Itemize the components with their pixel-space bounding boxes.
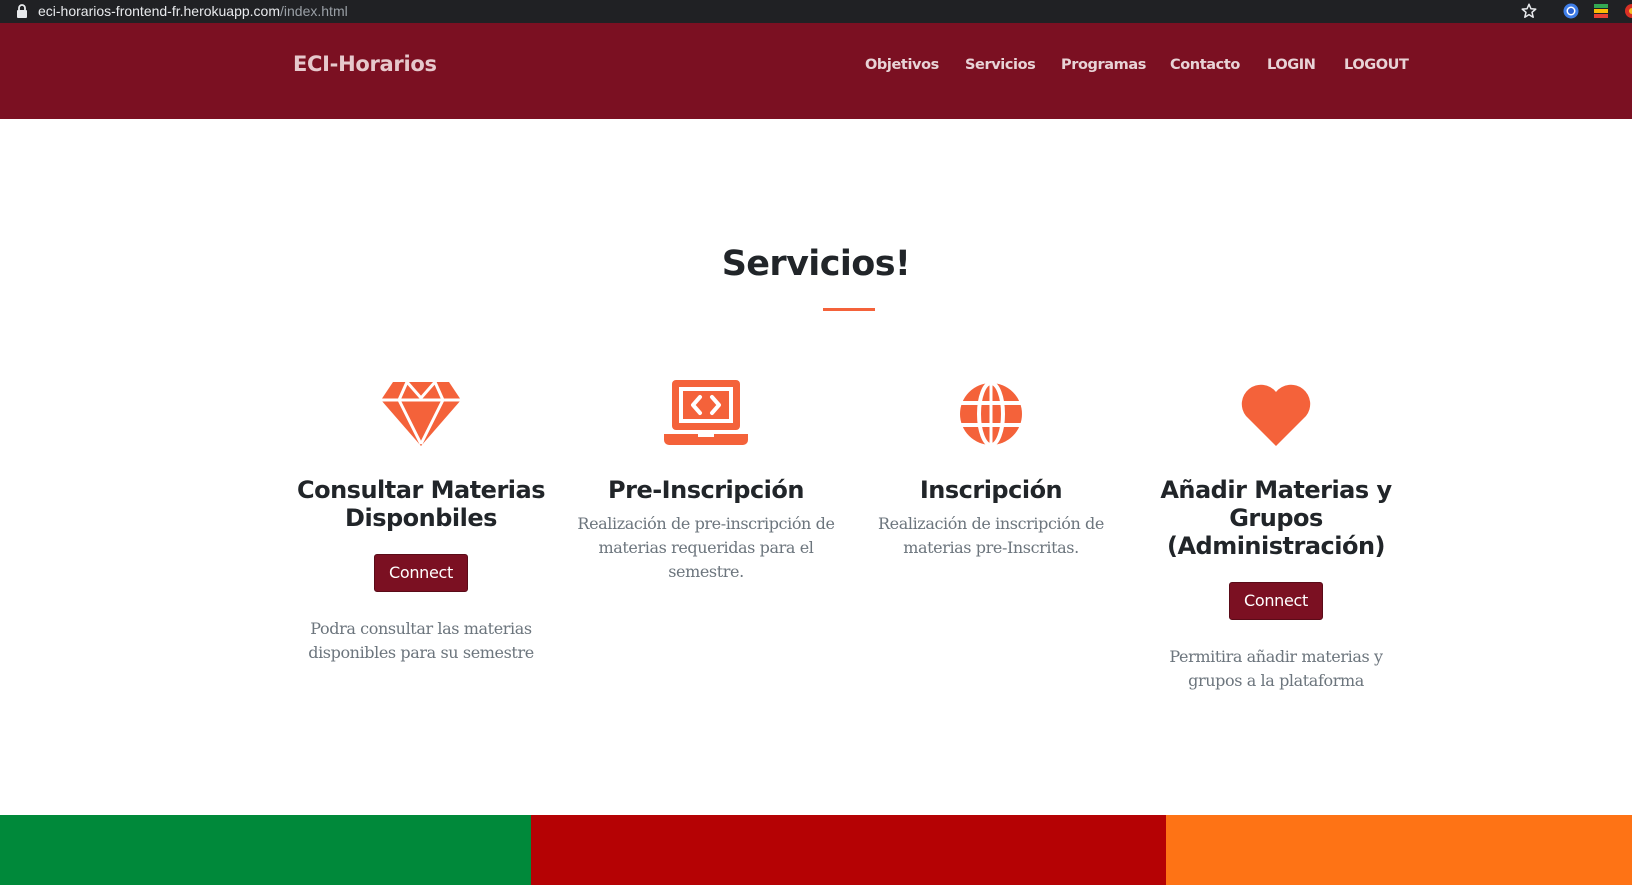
extension-icon[interactable] xyxy=(1563,3,1579,19)
service-card-anadir: Añadir Materias y Grupos (Administración… xyxy=(1144,378,1408,693)
nav-link-servicios[interactable]: Servicios xyxy=(965,55,1036,75)
url-path: /index.html xyxy=(280,3,348,19)
brand-logo-link[interactable]: ECI-Horarios xyxy=(293,50,437,78)
lock-icon xyxy=(17,4,27,18)
url-bar[interactable]: eci-horarios-frontend-fr.herokuapp.com/i… xyxy=(38,3,348,19)
title-divider xyxy=(823,308,875,311)
connect-button[interactable]: Connect xyxy=(1228,582,1324,620)
globe-icon xyxy=(960,381,1022,447)
service-title: Pre-Inscripción xyxy=(608,476,804,504)
nav-link-contacto[interactable]: Contacto xyxy=(1170,55,1240,75)
extension-icon[interactable] xyxy=(1594,3,1608,19)
footer-band-red xyxy=(531,815,1166,885)
service-card-pre-inscripcion: Pre-Inscripción Realización de pre-inscr… xyxy=(574,378,838,584)
heart-icon xyxy=(1241,384,1311,446)
nav-link-programas[interactable]: Programas xyxy=(1061,55,1146,75)
service-title: Añadir Materias y Grupos (Administración… xyxy=(1160,476,1392,560)
service-description: Podra consultar las materias disponibles… xyxy=(308,619,534,662)
nav-link-logout[interactable]: LOGOUT xyxy=(1344,55,1409,75)
service-title: Consultar Materias Disponbiles xyxy=(296,476,546,532)
browser-address-bar: eci-horarios-frontend-fr.herokuapp.com/i… xyxy=(0,0,1632,23)
nav-link-objetivos[interactable]: Objetivos xyxy=(865,55,939,75)
section-title: Servicios! xyxy=(721,244,911,284)
service-card-consultar: Consultar Materias Disponbiles Connect P… xyxy=(289,378,553,665)
top-navbar: ECI-Horarios Objetivos Servicios Program… xyxy=(0,23,1632,119)
footer-band-green xyxy=(0,815,531,885)
url-host: eci-horarios-frontend-fr.herokuapp.com xyxy=(38,3,281,19)
footer-band-orange xyxy=(1166,815,1632,885)
service-description: Realización de pre-inscripción de materi… xyxy=(577,514,835,581)
connect-button[interactable]: Connect xyxy=(373,554,469,592)
extension-icon[interactable] xyxy=(1624,3,1632,19)
service-description: Permitira añadir materias y grupos a la … xyxy=(1169,647,1383,690)
service-title: Inscripción xyxy=(919,476,1063,504)
service-card-inscripcion: Inscripción Realización de inscripción d… xyxy=(859,378,1123,560)
bookmark-star-icon[interactable] xyxy=(1520,2,1538,20)
nav-link-login[interactable]: LOGIN xyxy=(1267,55,1316,75)
service-description: Realización de inscripción de materias p… xyxy=(878,514,1104,557)
gem-icon xyxy=(381,381,461,446)
laptop-code-icon xyxy=(664,380,748,445)
